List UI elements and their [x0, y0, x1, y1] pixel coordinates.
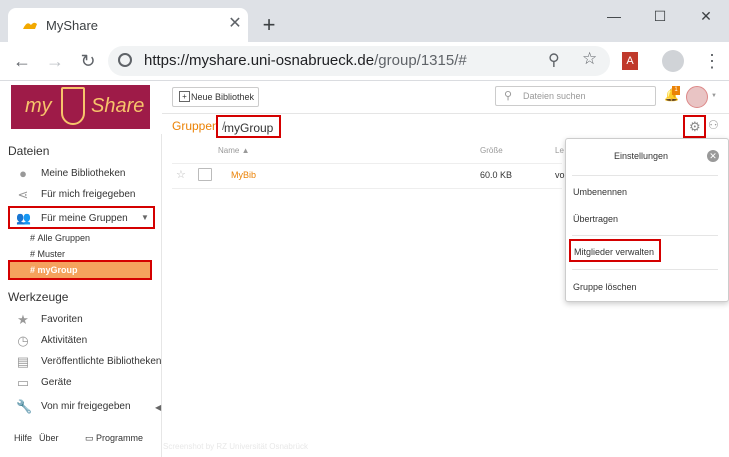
help-link[interactable]: Hilfe: [14, 433, 32, 443]
column-header-size[interactable]: Größe: [480, 146, 503, 155]
library-icon: [198, 168, 212, 181]
library-icon: ▤: [16, 354, 30, 369]
close-tab-icon[interactable]: ✕: [224, 13, 246, 35]
sidebar-section-files: Dateien: [8, 144, 50, 158]
sidebar-item-activities[interactable]: ◷ Aktivitäten: [16, 333, 162, 351]
sidebar-group-muster[interactable]: # Muster: [30, 249, 65, 259]
delete-group-menu-item[interactable]: Gruppe löschen: [573, 282, 637, 292]
logo-text-my: my: [25, 95, 52, 117]
close-window-icon[interactable]: ✕: [683, 0, 729, 32]
search-icon: ⚲: [504, 90, 513, 102]
toolbar-divider: [162, 113, 729, 114]
new-tab-button[interactable]: +: [256, 12, 282, 38]
pdf-extension-icon[interactable]: A: [622, 52, 638, 70]
programs-link[interactable]: ▭ Programme: [85, 433, 143, 444]
user-icon: ●: [19, 166, 27, 181]
collapse-arrow-icon[interactable]: ◀: [155, 403, 161, 412]
profile-icon[interactable]: [662, 50, 684, 72]
gear-icon: ⚙: [689, 119, 701, 134]
sidebar-item-devices[interactable]: ▭ Geräte: [16, 375, 162, 393]
address-bar[interactable]: https://myshare.uni-osnabrueck.de/group/…: [108, 46, 610, 76]
reload-icon[interactable]: ↻: [76, 49, 100, 73]
about-link[interactable]: Über: [39, 433, 59, 443]
desktop-icon: ▭: [85, 433, 94, 443]
library-size: 60.0 KB: [480, 170, 513, 180]
library-last-modified: vo: [555, 170, 565, 180]
logo-text-share: Share: [91, 95, 145, 117]
back-icon[interactable]: ←: [10, 49, 34, 73]
favicon-icon: [22, 18, 38, 30]
logo-emblem-icon: [61, 87, 85, 125]
popover-title: Einstellungen: [613, 151, 669, 161]
user-avatar[interactable]: [686, 86, 708, 108]
column-header-last-modified[interactable]: Le: [555, 146, 564, 155]
library-name-link[interactable]: MyBib: [231, 170, 256, 180]
avatar-caret-icon[interactable]: ▼: [711, 93, 717, 99]
browser-toolbar: ← → ↻ https://myshare.uni-osnabrueck.de/…: [0, 42, 729, 81]
share-icon: ⋖: [17, 187, 29, 202]
breadcrumb-groups-link[interactable]: Gruppen: [172, 119, 219, 133]
table-row[interactable]: ☆ MyBib 60.0 KB vo: [172, 164, 565, 188]
url-text: https://myshare.uni-osnabrueck.de/group/…: [144, 52, 467, 69]
column-header-name[interactable]: Name ▲: [218, 146, 250, 155]
sidebar-item-published-libraries[interactable]: ▤ Veröffentlichte Bibliotheken: [16, 354, 162, 372]
wrench-icon: 🔧: [16, 399, 33, 414]
transfer-menu-item[interactable]: Übertragen: [573, 214, 618, 224]
myshare-logo[interactable]: my Share: [11, 85, 150, 129]
popover-divider: [572, 175, 718, 176]
browser-tab-bar: MyShare ✕ + — ☐ ✕: [0, 0, 729, 42]
popover-divider: [572, 269, 718, 270]
watermark-text: Screenshot by RZ Universität Osnabrück: [163, 442, 308, 451]
sidebar-item-favorites[interactable]: ★ Favoriten: [16, 312, 162, 330]
table-divider: [172, 188, 562, 189]
sidebar-section-tools: Werkzeuge: [8, 290, 69, 304]
sidebar-item-shared-with-me[interactable]: ⋖ Für mich freigegeben: [16, 187, 162, 205]
sort-asc-icon: ▲: [241, 146, 250, 155]
forward-icon[interactable]: →: [43, 49, 67, 73]
manage-members-menu-item[interactable]: Mitglieder verwalten: [569, 239, 661, 262]
plus-icon: +: [179, 91, 190, 102]
group-icon: 👥: [16, 211, 31, 225]
rename-menu-item[interactable]: Umbenennen: [573, 187, 627, 197]
browser-tab[interactable]: MyShare ✕: [8, 8, 248, 42]
sidebar-item-my-libraries[interactable]: ● Meine Bibliotheken: [16, 166, 162, 184]
sidebar-group-mygroup[interactable]: # myGroup: [8, 260, 152, 280]
menu-icon[interactable]: ⋮: [700, 49, 724, 73]
star-outline-icon[interactable]: ☆: [176, 168, 186, 181]
bookmark-star-icon[interactable]: ☆: [582, 49, 597, 69]
tab-title: MyShare: [46, 18, 99, 33]
zoom-icon[interactable]: ⚲: [548, 50, 560, 70]
search-input[interactable]: ⚲ Dateien suchen: [495, 86, 656, 106]
globe-icon: [118, 53, 132, 67]
sidebar-group-all[interactable]: # Alle Gruppen: [30, 233, 90, 243]
close-icon[interactable]: ✕: [707, 150, 719, 162]
sidebar-item-my-groups[interactable]: 👥 Für meine Gruppen ▼: [8, 206, 155, 229]
sidebar-item-shared-by-me[interactable]: 🔧 Von mir freigegeben: [16, 399, 162, 417]
monitor-icon: ▭: [16, 375, 30, 390]
history-icon: ◷: [17, 333, 29, 348]
settings-popover: Einstellungen ✕ Umbenennen Übertragen Mi…: [565, 138, 729, 302]
notification-count-badge: 1: [672, 86, 680, 95]
group-settings-button[interactable]: ⚙: [683, 115, 706, 138]
minimize-icon[interactable]: —: [591, 0, 637, 32]
members-icon[interactable]: ⚇: [708, 118, 719, 132]
new-library-button[interactable]: + Neue Bibliothek: [172, 87, 259, 107]
breadcrumb-current: myGroup: [216, 115, 281, 138]
maximize-icon[interactable]: ☐: [637, 0, 683, 32]
popover-divider: [572, 235, 718, 236]
star-icon: ★: [17, 312, 29, 327]
dropdown-caret-icon: ▼: [141, 213, 149, 222]
